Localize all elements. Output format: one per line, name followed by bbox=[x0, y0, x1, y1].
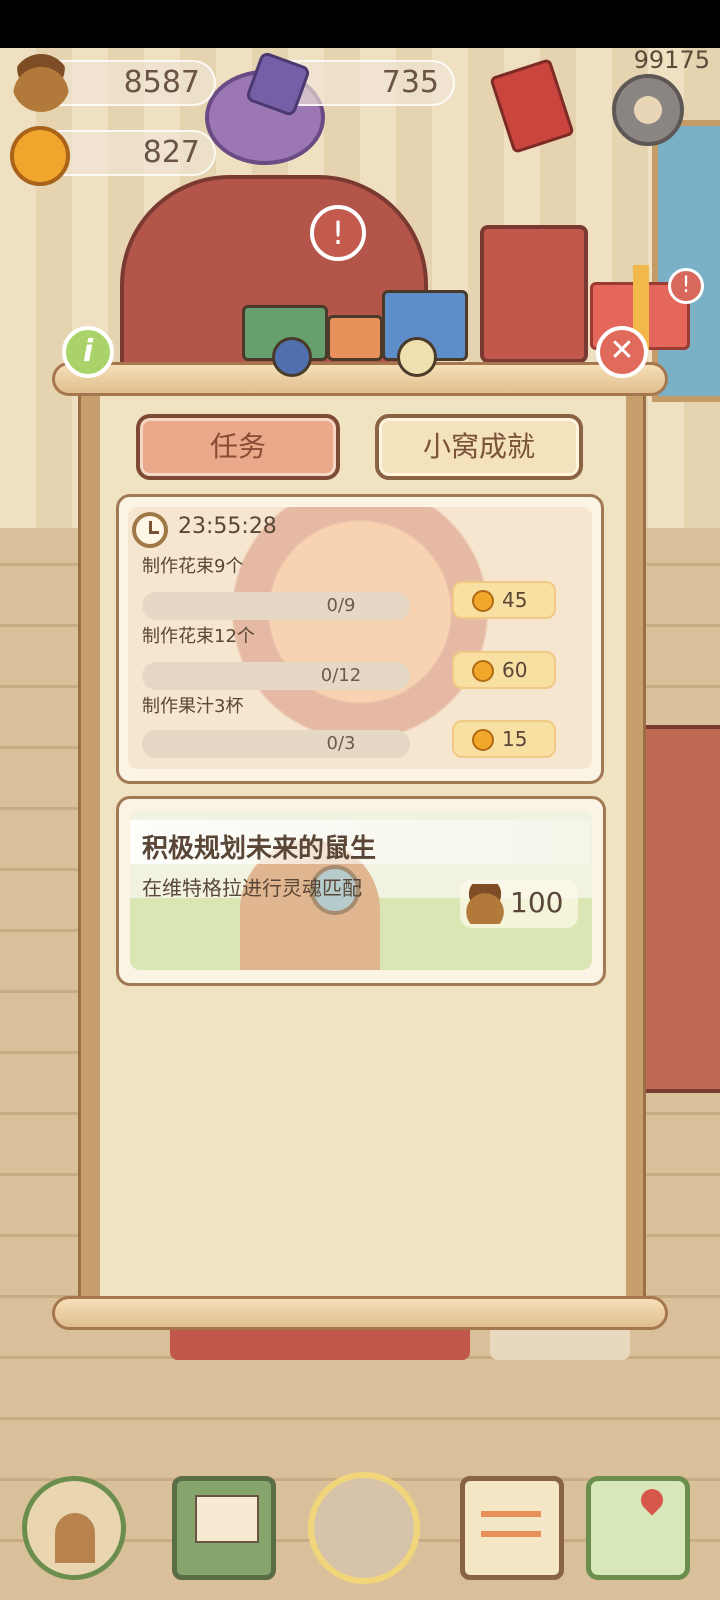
toy-train-icon bbox=[232, 275, 477, 377]
bookshelf-decoration bbox=[480, 225, 588, 363]
wardrobe-alert-icon: ! bbox=[310, 205, 366, 261]
settings-id: 99175 bbox=[633, 46, 710, 74]
task-title: 制作果汁3杯 bbox=[142, 696, 244, 717]
task-progress-text: 0/3 bbox=[326, 733, 356, 754]
gem-count: 735 bbox=[381, 65, 439, 100]
bell-count: 827 bbox=[142, 135, 200, 170]
task-timer: 23:55:28 bbox=[178, 514, 277, 539]
clock-icon bbox=[132, 512, 168, 548]
status-bar bbox=[0, 0, 720, 48]
tab-achievements[interactable]: 小窝成就 bbox=[375, 414, 583, 480]
clipboard-icon[interactable] bbox=[460, 1476, 564, 1580]
achievement-reward-value: 100 bbox=[510, 886, 564, 919]
gold-bell-icon bbox=[472, 660, 494, 682]
tab-tasks[interactable]: 任务 bbox=[136, 414, 340, 480]
task-title: 制作花束9个 bbox=[142, 556, 244, 577]
task-reward-button[interactable]: 15 bbox=[452, 720, 556, 758]
close-icon[interactable]: ✕ bbox=[596, 326, 648, 378]
task-reward-button[interactable]: 45 bbox=[452, 581, 556, 619]
gear-icon[interactable] bbox=[612, 74, 684, 146]
task-progress-text: 0/9 bbox=[326, 595, 356, 616]
acorn-icon bbox=[466, 884, 504, 924]
house-icon[interactable] bbox=[22, 1476, 126, 1580]
task-reward-value: 15 bbox=[502, 727, 528, 751]
side-shelf-decoration bbox=[640, 725, 720, 1093]
gift-alert-icon: ! bbox=[668, 268, 704, 304]
acorn-count: 8587 bbox=[123, 65, 200, 100]
task-reward-value: 45 bbox=[502, 588, 528, 612]
gold-bell-icon bbox=[10, 126, 70, 186]
task-progress-text: 0/12 bbox=[320, 665, 362, 686]
gold-bell-icon bbox=[472, 590, 494, 612]
tab-achievements-label: 小窝成就 bbox=[422, 430, 535, 463]
task-title: 制作花束12个 bbox=[142, 626, 255, 647]
achievement-reward: 100 bbox=[460, 880, 578, 928]
window-decoration bbox=[652, 120, 720, 402]
task-progress: 0/12 bbox=[142, 662, 410, 690]
achievement-subtitle: 在维特格拉进行灵魂匹配 bbox=[142, 876, 362, 900]
achievement-title: 积极规划未来的鼠生 bbox=[142, 834, 377, 864]
collection-icon[interactable] bbox=[308, 1472, 420, 1584]
task-reward-value: 60 bbox=[502, 658, 528, 682]
task-reward-button[interactable]: 60 bbox=[452, 651, 556, 689]
scroll-bottom-rod bbox=[52, 1296, 668, 1330]
task-progress: 0/3 bbox=[142, 730, 410, 758]
tab-tasks-label: 任务 bbox=[209, 430, 266, 463]
acorn-icon bbox=[12, 54, 70, 112]
info-icon[interactable]: i bbox=[62, 326, 114, 378]
task-progress: 0/9 bbox=[142, 592, 410, 620]
map-icon[interactable] bbox=[586, 1476, 690, 1580]
mail-icon[interactable] bbox=[172, 1476, 276, 1580]
gold-bell-icon bbox=[472, 729, 494, 751]
